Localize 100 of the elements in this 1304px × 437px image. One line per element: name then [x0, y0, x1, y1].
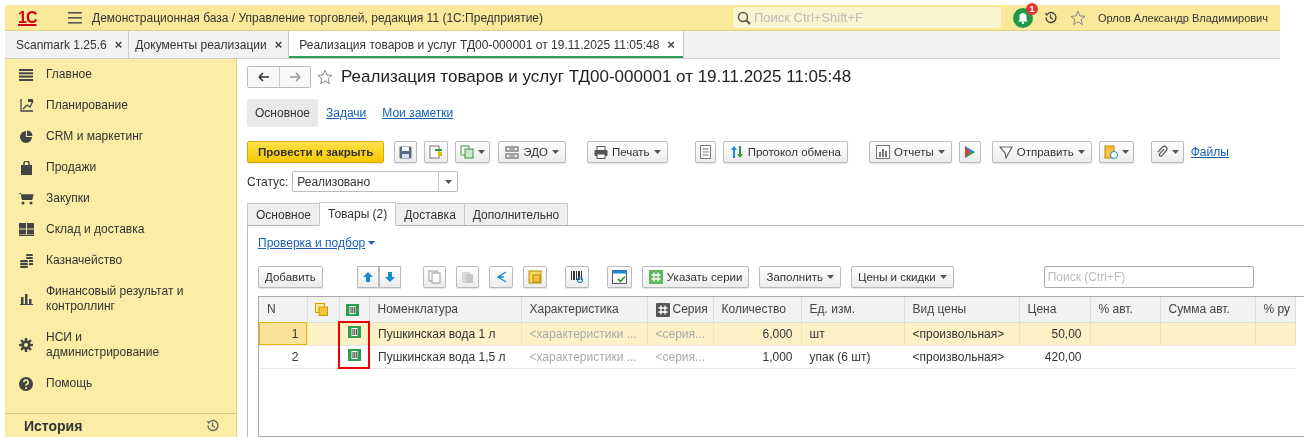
- copy-icon: [427, 270, 441, 284]
- caret-icon: [939, 275, 947, 279]
- caret-icon: [653, 150, 661, 154]
- history-button[interactable]: [1042, 10, 1058, 25]
- sidebar-item[interactable]: Главное: [5, 59, 236, 90]
- list-icon: [19, 68, 33, 81]
- close-icon[interactable]: ×: [114, 37, 123, 52]
- send-icon: [998, 145, 1013, 159]
- caret-icon: [937, 150, 945, 154]
- notifications-button[interactable]: [1012, 7, 1033, 28]
- column-header[interactable]: % ру: [1255, 297, 1295, 322]
- notification-count: 1: [1025, 2, 1038, 15]
- hash-icon: [648, 270, 663, 284]
- hash-icon: [655, 302, 670, 317]
- caret-icon: [478, 150, 486, 154]
- star-icon: [1069, 9, 1086, 26]
- toolbar-button[interactable]: Протокол обмена: [722, 141, 848, 163]
- sidebar-item[interactable]: CRM и маркетинг: [5, 121, 236, 152]
- section-link[interactable]: Мои заметки: [374, 99, 462, 127]
- favorite-button[interactable]: [317, 69, 333, 85]
- column-header[interactable]: N: [259, 297, 307, 322]
- sidebar-item[interactable]: НСИ и администрирование: [5, 322, 236, 368]
- grid-icon: [18, 223, 34, 236]
- sidebar-item[interactable]: Планирование: [5, 90, 236, 121]
- post-and-close-button[interactable]: Провести и закрыть: [247, 141, 385, 163]
- paperclip-icon: [1155, 145, 1168, 159]
- form-tab[interactable]: Дополнительно: [463, 203, 569, 225]
- section-link[interactable]: Основное: [247, 99, 318, 127]
- user-name[interactable]: Орлов Александр Владимирович: [1097, 11, 1268, 24]
- close-icon[interactable]: ×: [667, 37, 675, 52]
- caret-icon: [1171, 150, 1179, 154]
- toolbar-button[interactable]: Отчеты: [868, 141, 952, 163]
- column-header[interactable]: Номенклатура: [369, 297, 521, 322]
- toolbar-button[interactable]: Отправить: [991, 141, 1092, 163]
- status-dropdown[interactable]: Реализовано: [292, 171, 459, 192]
- tab-label: Реализация товаров и услуг ТД00-000001 от 19.11.2025 11:05:48: [299, 37, 660, 52]
- history-button[interactable]: [205, 418, 220, 433]
- sidebar-item[interactable]: Помощь: [5, 368, 236, 399]
- form-tab[interactable]: Основное: [247, 203, 320, 225]
- toolbar-button[interactable]: Печать: [586, 141, 668, 163]
- files-link[interactable]: Файлы: [1190, 145, 1229, 159]
- table-cell: упак (6 шт): [801, 345, 904, 368]
- column-header[interactable]: Цена: [1019, 297, 1090, 322]
- bell-icon: [1016, 11, 1029, 24]
- up-down-arrows-icon: [729, 145, 744, 159]
- table-cell: <характеристики ...: [521, 322, 647, 345]
- help-icon: [19, 376, 33, 391]
- sidebar-item[interactable]: Казначейство: [5, 245, 236, 276]
- bar-chart-icon: [19, 293, 33, 305]
- favorites-button[interactable]: [1069, 9, 1086, 26]
- stacked-squares-icon: [315, 303, 328, 317]
- section-link[interactable]: Задачи: [318, 99, 375, 127]
- toolbar-button[interactable]: Добавить: [258, 266, 323, 288]
- report-icon: [875, 145, 890, 159]
- back-button[interactable]: [248, 67, 279, 87]
- column-header[interactable]: Ед. изм.: [801, 297, 904, 322]
- icon-button[interactable]: [564, 266, 589, 288]
- icon-button[interactable]: [394, 141, 418, 163]
- toolbar-button[interactable]: Заполнить: [759, 266, 841, 288]
- icon-button[interactable]: [606, 266, 632, 288]
- toolbar-button[interactable]: Цены и скидки: [850, 266, 954, 288]
- column-header[interactable]: % авт.: [1090, 297, 1160, 322]
- form-tab[interactable]: Доставка: [395, 203, 465, 225]
- toolbar-button[interactable]: Указать серии: [641, 266, 750, 288]
- barcode-icon: [347, 326, 361, 339]
- list-icon: [699, 145, 711, 159]
- document-icon: [1103, 145, 1118, 159]
- caret-icon: [1077, 150, 1085, 154]
- table-cell: Пушкинская вода 1 л: [369, 322, 521, 345]
- printer-icon: [593, 145, 608, 159]
- column-header[interactable]: Количество: [713, 297, 801, 322]
- column-header[interactable]: Сумма авт.: [1160, 297, 1255, 322]
- column-header[interactable]: [307, 297, 339, 322]
- barcode-icon: [347, 348, 361, 361]
- bag-icon: [19, 160, 33, 175]
- column-header[interactable]: Характеристика: [521, 297, 647, 322]
- back-arrow-icon: [257, 72, 270, 82]
- check-and-pick-link[interactable]: Проверка и подбор: [258, 236, 1304, 250]
- close-icon[interactable]: ×: [274, 37, 283, 52]
- toolbar-button[interactable]: ЭДО: [498, 141, 566, 163]
- form-tab[interactable]: Товары (2): [319, 202, 397, 226]
- caret-icon: [551, 150, 559, 154]
- logo[interactable]: 1С: [18, 8, 54, 27]
- paste-icon: [460, 270, 474, 284]
- sidebar-item[interactable]: Финансовый результат и контроллинг: [5, 276, 236, 322]
- icon-button[interactable]: [1150, 141, 1184, 163]
- documents-icon: [460, 145, 475, 159]
- sidebar-item[interactable]: Продажи: [5, 152, 236, 183]
- column-header[interactable]: Серия: [647, 297, 713, 322]
- sidebar-item[interactable]: Закупки: [5, 183, 236, 214]
- table-cell: <произвольная>: [904, 345, 1019, 368]
- forward-arrow-icon: [289, 72, 301, 82]
- sidebar-item[interactable]: Склад и доставка: [5, 214, 236, 245]
- menu-button[interactable]: [68, 11, 82, 24]
- column-header[interactable]: Вид цены: [904, 297, 1019, 322]
- tab-label: Документы реализации: [135, 37, 267, 52]
- window-title: Демонстрационная база / Управление торговлей, редакция 11 (1С:Предприятие): [92, 10, 545, 25]
- barcode-icon: [346, 303, 359, 316]
- history-heading[interactable]: История: [24, 417, 83, 434]
- document-tab[interactable]: Реализация товаров и услуг ТД00-000001 от 19.11.2025 11:05:48 ×: [289, 31, 684, 58]
